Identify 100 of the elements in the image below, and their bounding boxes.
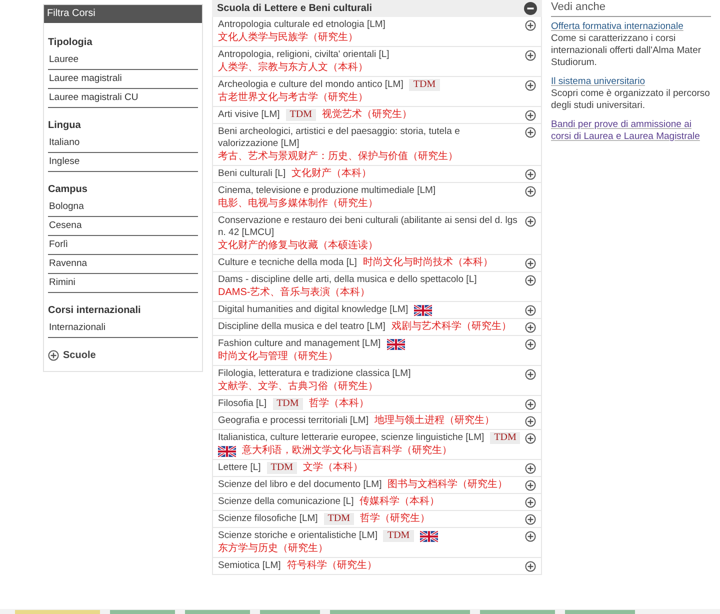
course-link[interactable]: Scienze del libro e del documento [LM] [218, 479, 382, 491]
filter-item[interactable]: Italiano [48, 134, 198, 153]
course-link[interactable]: Culture e tecniche della moda [L] [218, 257, 357, 269]
course-link[interactable]: Scienze filosofiche [LM] [218, 513, 318, 525]
annotation-text: 符号科学（研究生） [286, 560, 377, 572]
link-description: Come si caratterizzano i corsi internazionali offerti dall'Alma Mater Studiorum. [551, 33, 702, 69]
annotation-text: 地理与领土进程（研究生） [374, 415, 494, 427]
plus-circle-icon[interactable] [525, 275, 536, 286]
annotation-text: 图书与文档科学（研究生） [388, 479, 508, 491]
annotation-text: 哲学（本科） [308, 398, 369, 410]
link-description: Scopri come è organizzato il percorso degli studi universitari. [551, 88, 711, 112]
see-also-link[interactable]: Offerta formativa internazionale [551, 21, 711, 33]
uk-flag-icon [414, 304, 432, 316]
plus-circle-icon[interactable] [525, 127, 536, 138]
filter-item[interactable]: Ravenna [48, 255, 198, 274]
annotation-text: 时尚文化与管理（研究生） [218, 351, 338, 363]
course-link[interactable]: Antropologia, religioni, civilta' orientali [L] [218, 49, 390, 61]
course-link[interactable]: Italianistica, culture letterarie europee, scienze linguistiche [LM] [218, 432, 484, 444]
course-link[interactable]: Fashion culture and management [LM] [218, 338, 381, 350]
filter-heading: Tipologia [48, 37, 94, 49]
filter-item[interactable]: Rimini [48, 274, 198, 293]
plus-circle-icon[interactable] [525, 399, 536, 410]
annotation-text: 视觉艺术（研究生） [322, 109, 412, 121]
uk-flag-icon [420, 530, 438, 542]
section-title: Scuola di Lettere e Beni culturali [217, 2, 372, 16]
filter-item[interactable]: Bologna [48, 198, 198, 217]
course-link[interactable]: Antropologia culturale ed etnologia [LM] [218, 19, 386, 31]
course-link[interactable]: Beni culturali [L] [218, 168, 286, 180]
course-link[interactable]: Geografia e processi territoriali [LM] [218, 415, 368, 427]
annotation-text: 传媒科学（本科） [360, 496, 440, 508]
filter-item[interactable]: Forlì [48, 236, 198, 255]
course-link[interactable]: Filosofia [L] [218, 398, 267, 410]
course-link[interactable]: Scienze della comunicazione [L] [218, 496, 354, 508]
course-link[interactable]: Cinema, televisione e produzione multimediale [LM] [218, 185, 436, 197]
plus-circle-icon[interactable] [525, 416, 536, 427]
course-link[interactable]: Beni archeologici, artistici e del paesaggio: storia, tutela e valorizzazione [LM] [218, 126, 522, 150]
course-link[interactable]: Dams - discipline delle arti, della musica e dello spettacolo [L] [218, 274, 477, 286]
tdm-badge: TDM [383, 530, 414, 542]
filter-item[interactable]: Lauree magistrali [48, 70, 198, 89]
plus-circle-icon[interactable] [525, 480, 536, 491]
plus-circle-icon[interactable] [525, 433, 536, 444]
see-also-link[interactable]: Il sistema universitario [551, 76, 711, 88]
annotation-text: 文学（本科） [303, 462, 364, 474]
plus-circle-icon[interactable] [525, 305, 536, 316]
annotation-text: 考古、艺术与景观财产：历史、保护与价值（研究生） [218, 151, 458, 163]
plus-circle-icon[interactable] [525, 50, 536, 61]
plus-circle-icon[interactable] [525, 369, 536, 380]
tdm-badge: TDM [286, 109, 316, 121]
filter-heading: Lingua [48, 120, 82, 132]
see-also-link[interactable]: Bandi per prove di ammissione ai corsi di Laurea e Laurea Magistrale [551, 119, 711, 143]
annotation-text: 哲学（研究生） [360, 513, 430, 525]
course-link[interactable]: Archeologia e culture del mondo antico [LM] [218, 79, 404, 91]
plus-circle-icon[interactable] [48, 350, 59, 361]
course-link[interactable]: Scienze storiche e orientalistiche [LM] [218, 530, 378, 542]
annotation-text: 人类学、宗教与东方人文（本科） [218, 62, 368, 74]
course-link[interactable]: Lettere [L] [218, 462, 261, 474]
minus-circle-icon[interactable] [524, 2, 537, 15]
tdm-badge: TDM [409, 79, 440, 91]
sidebar-heading: Vedi anche [551, 0, 711, 17]
course-link[interactable]: Filologia, letteratura e tradizione classica [LM] [218, 368, 411, 380]
plus-circle-icon[interactable] [525, 20, 536, 31]
plus-circle-icon[interactable] [525, 80, 536, 91]
filter-heading: Campus [48, 184, 88, 196]
tdm-badge: TDM [490, 432, 520, 444]
plus-circle-icon[interactable] [525, 339, 536, 350]
plus-circle-icon[interactable] [525, 497, 536, 508]
course-link[interactable]: Discipline della musica e del teatro [LM] [218, 321, 386, 333]
panel-header: Filtra Corsi [44, 5, 202, 23]
plus-circle-icon[interactable] [525, 216, 536, 227]
filter-item[interactable]: Lauree [48, 51, 198, 70]
annotation-text: 文献学、文学、古典习俗（研究生） [218, 381, 378, 393]
annotation-text: 电影、电视与多媒体制作（研究生） [218, 198, 378, 210]
plus-circle-icon[interactable] [525, 110, 536, 121]
course-link[interactable]: Conservazione e restauro dei beni culturali (abilitante ai sensi del d. lgs n. 42 [LMCU] [218, 215, 522, 239]
filter-item[interactable]: Lauree magistrali CU [48, 89, 198, 108]
annotation-text: 文化财产（本科） [292, 168, 372, 180]
plus-circle-icon[interactable] [525, 258, 536, 269]
annotation-text: 古老世界文化与考古学（研究生） [218, 92, 368, 104]
filter-item[interactable]: Cesena [48, 217, 198, 236]
plus-circle-icon[interactable] [525, 463, 536, 474]
tdm-badge: TDM [272, 398, 303, 410]
course-link[interactable]: Semiotica [LM] [218, 560, 281, 572]
plus-circle-icon[interactable] [525, 186, 536, 197]
tdm-badge: TDM [266, 462, 298, 474]
toggle-link[interactable]: Scuole [63, 348, 96, 363]
filter-item[interactable]: Internazionali [48, 319, 198, 338]
plus-circle-icon[interactable] [525, 322, 536, 333]
plus-circle-icon[interactable] [525, 561, 536, 572]
annotation-text: 文化人类学与民族学（研究生） [218, 32, 358, 44]
annotation-text: 时尚文化与时尚技术（本科） [362, 257, 493, 269]
filter-item[interactable]: Inglese [48, 153, 198, 172]
plus-circle-icon[interactable] [525, 531, 536, 542]
filter-heading: Corsi internazionali [48, 305, 142, 317]
course-link[interactable]: Arti visive [LM] [218, 109, 280, 121]
uk-flag-icon [218, 446, 236, 456]
plus-circle-icon[interactable] [525, 169, 536, 180]
plus-circle-icon[interactable] [525, 514, 536, 525]
annotation-text: DAMS-艺术、音乐与表演（本科） [218, 287, 370, 299]
annotation-text: 戏剧与艺术科学（研究生） [391, 321, 512, 333]
annotation-text: 文化财产的修复与收藏（本硕连读） [218, 240, 378, 252]
